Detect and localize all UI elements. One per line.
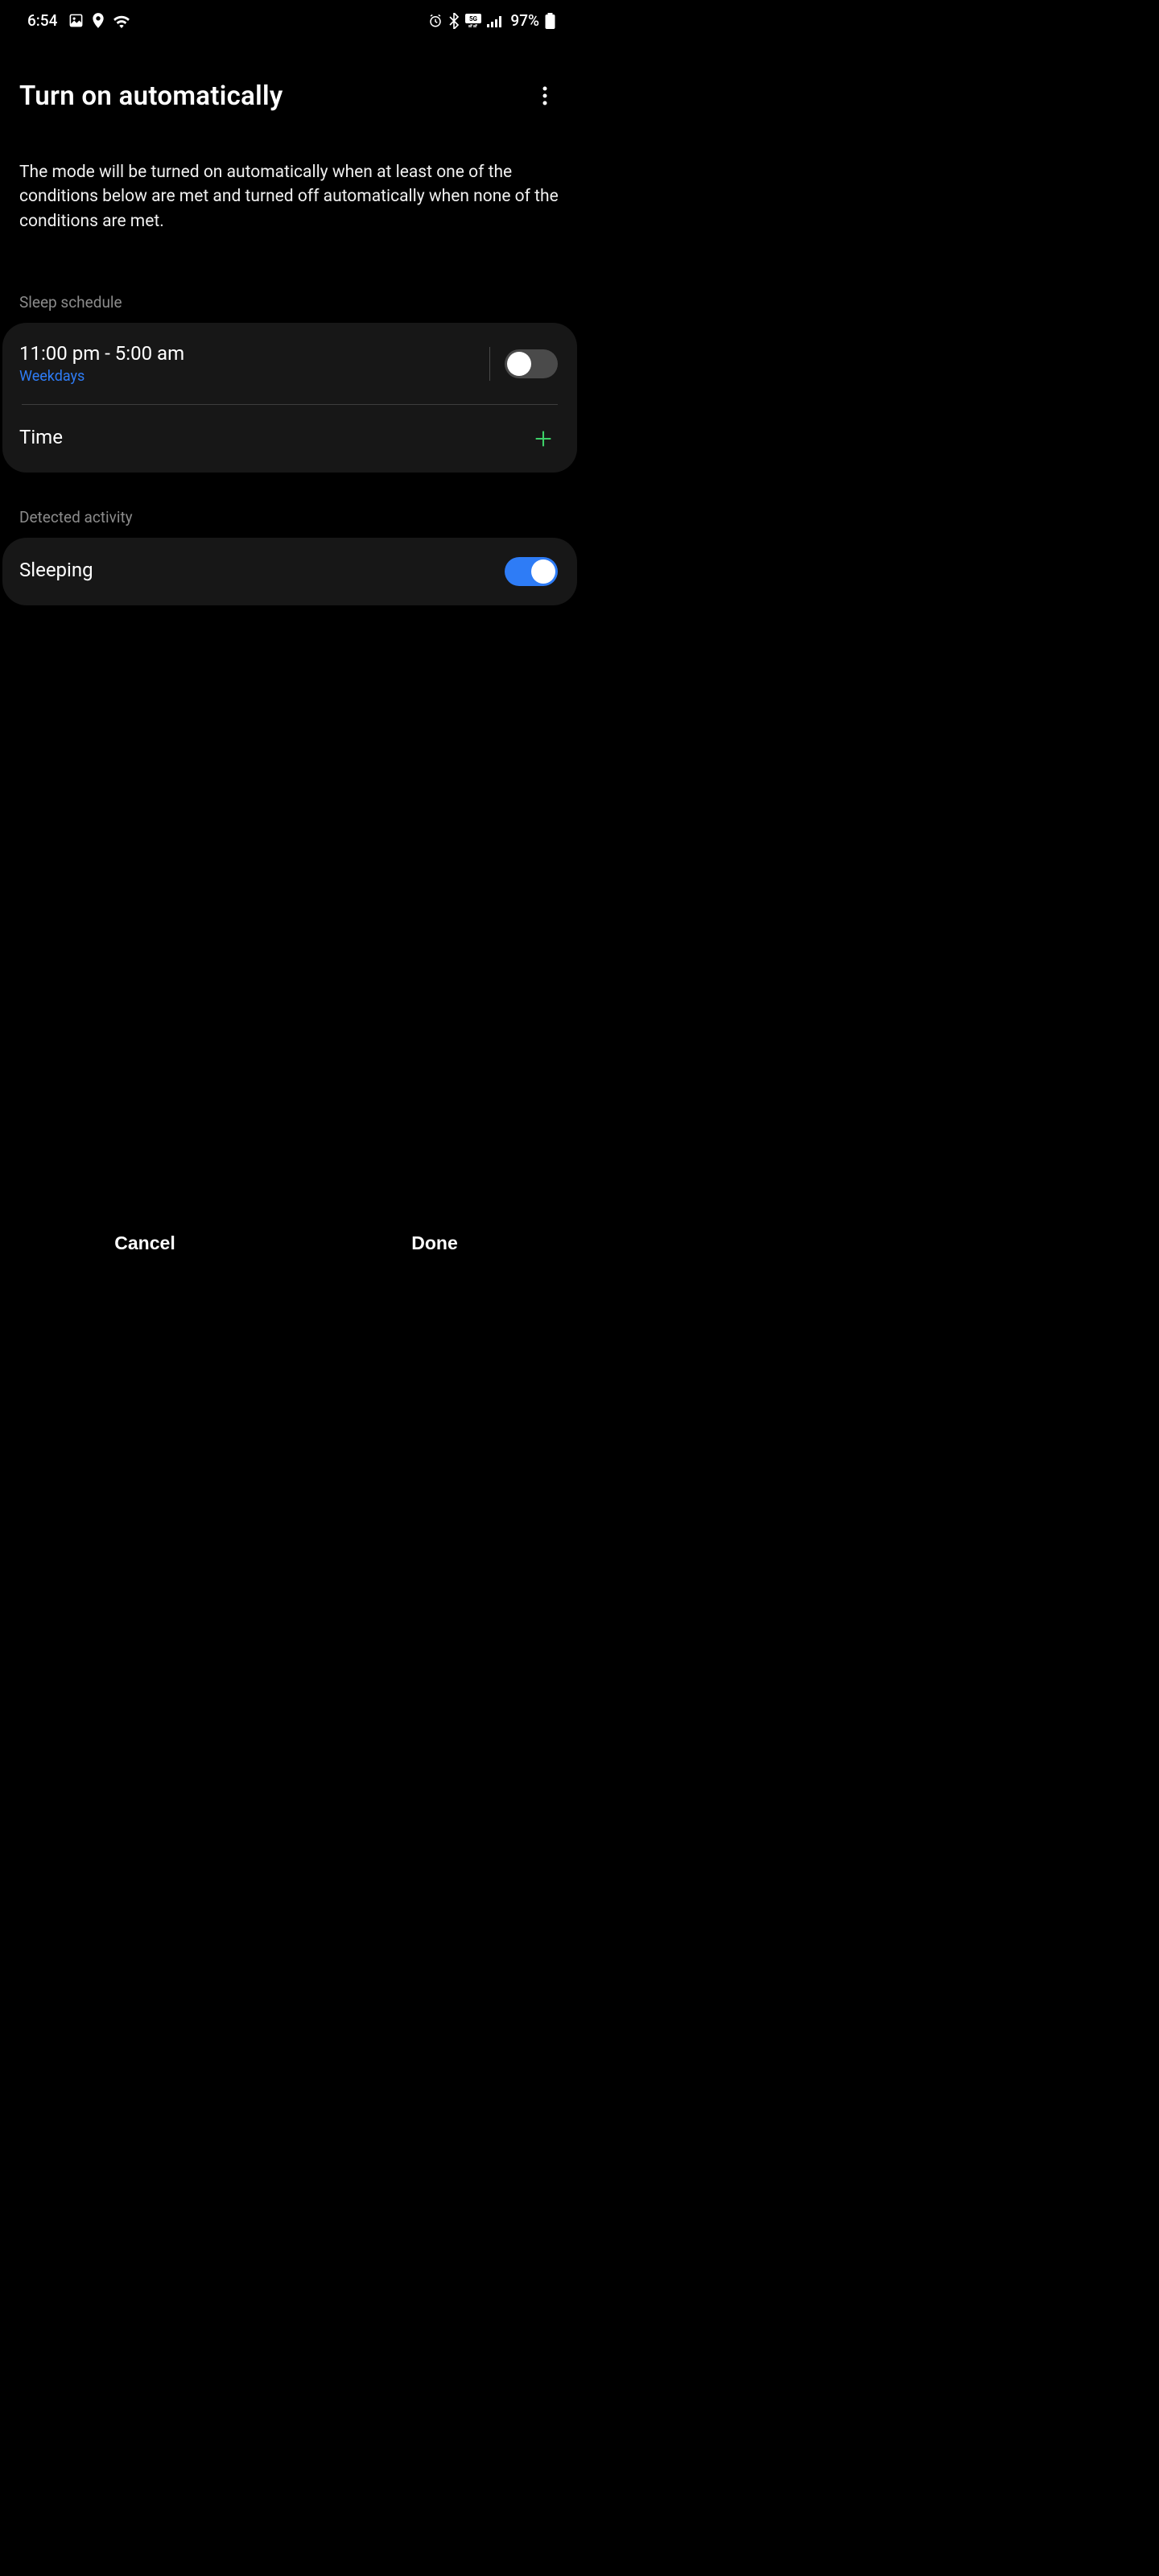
- wifi-icon: [113, 14, 130, 28]
- status-bar-right: 5G 97%: [428, 11, 555, 30]
- battery-icon: [545, 13, 555, 29]
- status-bar: 6:54 5G 97%: [0, 0, 580, 41]
- location-icon: [92, 13, 105, 28]
- sleeping-toggle[interactable]: [505, 557, 558, 586]
- description-text: The mode will be turned on automatically…: [0, 128, 580, 258]
- bluetooth-icon: [448, 13, 460, 29]
- divider-vertical: [489, 347, 490, 381]
- done-button[interactable]: Done: [290, 1218, 580, 1269]
- schedule-days: Weekdays: [19, 368, 481, 385]
- more-vertical-icon: [542, 86, 547, 105]
- plus-icon: [532, 427, 555, 450]
- schedule-row-text: 11:00 pm - 5:00 am Weekdays: [19, 342, 481, 385]
- battery-percent: 97%: [510, 11, 539, 30]
- sleeping-label: Sleeping: [19, 559, 93, 581]
- detected-activity-label: Detected activity: [0, 473, 580, 538]
- detected-activity-card: Sleeping: [2, 538, 577, 605]
- header: Turn on automatically: [0, 41, 580, 128]
- add-time-label: Time: [19, 426, 63, 448]
- footer: Cancel Done: [0, 1218, 580, 1269]
- add-time-button[interactable]: [529, 424, 558, 453]
- status-time: 6:54: [27, 11, 57, 30]
- sleeping-row[interactable]: Sleeping: [2, 538, 577, 605]
- schedule-time-range: 11:00 pm - 5:00 am: [19, 342, 481, 365]
- sleep-schedule-card: 11:00 pm - 5:00 am Weekdays Time: [2, 323, 577, 473]
- svg-text:5G: 5G: [469, 15, 478, 23]
- schedule-toggle[interactable]: [505, 349, 558, 378]
- status-bar-left: 6:54: [27, 11, 130, 30]
- schedule-row[interactable]: 11:00 pm - 5:00 am Weekdays: [2, 323, 577, 404]
- page-title: Turn on automatically: [19, 80, 283, 112]
- add-time-row[interactable]: Time: [2, 405, 577, 473]
- toggle-thumb: [531, 559, 555, 584]
- alarm-icon: [428, 14, 443, 28]
- cancel-button[interactable]: Cancel: [0, 1218, 290, 1269]
- toggle-thumb: [507, 352, 531, 376]
- gallery-icon: [68, 13, 84, 28]
- more-options-button[interactable]: [536, 80, 554, 112]
- network-5g-icon: 5G: [465, 14, 481, 28]
- sleep-schedule-label: Sleep schedule: [0, 258, 580, 323]
- signal-icon: [487, 14, 503, 27]
